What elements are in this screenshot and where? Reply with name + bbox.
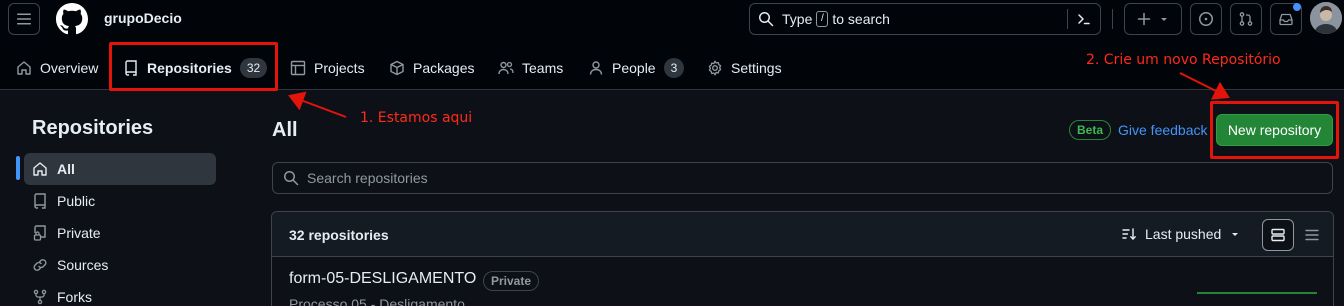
rows-icon [1271, 228, 1285, 242]
view-list-button[interactable] [1296, 219, 1328, 251]
fork-icon [33, 289, 47, 305]
visibility-badge: Private [483, 271, 540, 291]
new-repository-button[interactable]: New repository [1216, 114, 1333, 146]
beta-badge: Beta [1069, 120, 1112, 140]
sidebar-item-label: Forks [57, 289, 92, 305]
repo-list-header: 32 repositories Last pushed [272, 212, 1333, 257]
lock-icon [33, 225, 46, 241]
page-title: All [272, 119, 298, 141]
view-cards-button[interactable] [1262, 219, 1294, 251]
annotation-step2: 2. Crie um novo Repositório [1086, 52, 1281, 68]
repo-name-link[interactable]: form-05-DESLIGAMENTO [289, 270, 476, 288]
sort-dropdown[interactable]: Last pushed [1121, 226, 1249, 242]
sort-label: Last pushed [1145, 226, 1222, 242]
sidebar-item-label: Public [57, 193, 96, 209]
home-icon [33, 162, 47, 176]
repo-list: 32 repositories Last pushed form-05-DESL… [271, 211, 1334, 306]
sidebar-item-all[interactable]: All [24, 153, 216, 185]
annotation-step1: 1. Estamos aqui [360, 110, 473, 126]
list-icon [1305, 229, 1319, 241]
repo-count: 32 repositories [289, 227, 389, 243]
sidebar-item-private[interactable]: Private [24, 217, 216, 249]
sidebar-item-label: All [57, 161, 75, 177]
sort-desc-icon [1122, 228, 1136, 240]
give-feedback-link[interactable]: Give feedback [1118, 122, 1208, 138]
triangle-down-icon [1232, 233, 1239, 236]
sidebar-item-label: Private [57, 225, 101, 241]
sidebar-item-public[interactable]: Public [24, 185, 216, 217]
repo-description: Processo 05 - Desligamento [289, 296, 465, 306]
link-icon [33, 259, 47, 271]
repo-search-input[interactable] [307, 170, 1207, 186]
sidebar-active-indicator [16, 156, 20, 180]
activity-sparkline [1197, 292, 1317, 294]
repo-search-field[interactable] [272, 162, 1333, 194]
arrow-to-repositories-tab [288, 91, 347, 118]
sidebar-title: Repositories [32, 117, 154, 139]
sidebar-item-forks[interactable]: Forks [24, 281, 216, 306]
sidebar-item-label: Sources [57, 257, 109, 273]
search-icon [284, 171, 299, 186]
repo-icon [34, 193, 46, 209]
sidebar-item-sources[interactable]: Sources [24, 249, 216, 281]
arrow-to-new-repo-button [1179, 72, 1230, 100]
view-toggle [1262, 219, 1328, 251]
